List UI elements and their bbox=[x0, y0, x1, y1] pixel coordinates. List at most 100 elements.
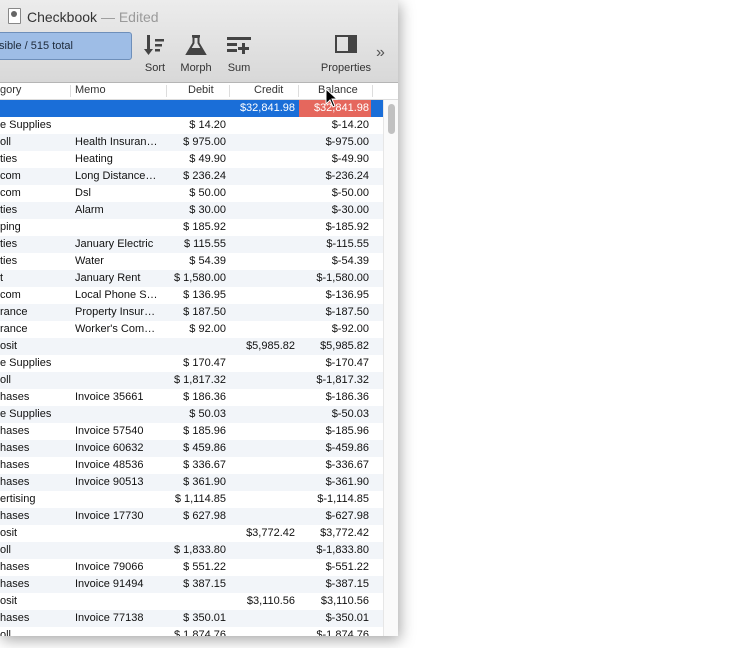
cell-balance[interactable]: $-186.36 bbox=[300, 391, 369, 403]
cell-category[interactable]: e Supplies bbox=[0, 119, 70, 131]
cell-balance[interactable]: $-136.95 bbox=[300, 289, 369, 301]
cell-balance[interactable]: $-170.47 bbox=[300, 357, 369, 369]
table-row[interactable]: hases Invoice 17730 $ 627.98 $-627.98 bbox=[0, 508, 383, 525]
table-row[interactable]: ties Alarm $ 30.00 $-30.00 bbox=[0, 202, 383, 219]
table-row[interactable]: oll $ 1,817.32 $-1,817.32 bbox=[0, 372, 383, 389]
cell-balance[interactable]: $-1,580.00 bbox=[300, 272, 369, 284]
cell-balance[interactable]: $-54.39 bbox=[300, 255, 369, 267]
table-row[interactable]: osit $3,110.56 $3,110.56 bbox=[0, 593, 383, 610]
cell-debit[interactable]: $ 14.20 bbox=[168, 119, 226, 131]
table-row[interactable]: oll $ 1,833.80 $-1,833.80 bbox=[0, 542, 383, 559]
cell-debit[interactable]: $ 336.67 bbox=[168, 459, 226, 471]
cell-balance[interactable]: $-1,833.80 bbox=[300, 544, 369, 556]
cell-credit[interactable]: $32,841.98 bbox=[230, 102, 295, 114]
cell-balance[interactable]: $-551.22 bbox=[300, 561, 369, 573]
cell-memo[interactable]: Invoice 90513 bbox=[75, 476, 167, 488]
cell-category[interactable]: ertising bbox=[0, 493, 70, 505]
cell-memo[interactable]: Water bbox=[75, 255, 167, 267]
cell-memo[interactable]: Invoice 91494 bbox=[75, 578, 167, 590]
table-row[interactable]: hases Invoice 90513 $ 361.90 $-361.90 bbox=[0, 474, 383, 491]
table-row[interactable]: hases Invoice 60632 $ 459.86 $-459.86 bbox=[0, 440, 383, 457]
cell-category[interactable]: hases bbox=[0, 425, 70, 437]
cell-category[interactable]: oll bbox=[0, 629, 70, 636]
cell-balance[interactable]: $-361.90 bbox=[300, 476, 369, 488]
cell-debit[interactable]: $ 136.95 bbox=[168, 289, 226, 301]
cell-balance[interactable]: $-336.67 bbox=[300, 459, 369, 471]
table-row[interactable]: rance Worker's Com… $ 92.00 $-92.00 bbox=[0, 321, 383, 338]
sort-button[interactable]: Sort bbox=[141, 34, 169, 74]
cell-debit[interactable]: $ 185.92 bbox=[168, 221, 226, 233]
cell-debit[interactable]: $ 350.01 bbox=[168, 612, 226, 624]
cell-memo[interactable]: Invoice 35661 bbox=[75, 391, 167, 403]
table-row[interactable]: oll $ 1,874.76 $-1,874.76 bbox=[0, 627, 383, 636]
table-row[interactable]: com Long Distance… $ 236.24 $-236.24 bbox=[0, 168, 383, 185]
table-row[interactable]: hases Invoice 57540 $ 185.96 $-185.96 bbox=[0, 423, 383, 440]
cell-category[interactable]: hases bbox=[0, 612, 70, 624]
table-row[interactable]: e Supplies $ 50.03 $-50.03 bbox=[0, 406, 383, 423]
cell-memo[interactable]: Invoice 79066 bbox=[75, 561, 167, 573]
cell-memo[interactable]: Worker's Com… bbox=[75, 323, 167, 335]
cell-balance[interactable]: $-14.20 bbox=[300, 119, 369, 131]
cell-debit[interactable]: $ 115.55 bbox=[168, 238, 226, 250]
cell-balance[interactable]: $3,110.56 bbox=[300, 595, 369, 607]
cell-balance[interactable]: $-30.00 bbox=[300, 204, 369, 216]
cell-category[interactable]: ties bbox=[0, 238, 70, 250]
table-row[interactable]: ping $ 185.92 $-185.92 bbox=[0, 219, 383, 236]
column-header-credit[interactable]: Credit bbox=[254, 84, 283, 96]
cell-debit[interactable]: $ 627.98 bbox=[168, 510, 226, 522]
cell-category[interactable]: oll bbox=[0, 136, 70, 148]
table-row[interactable]: oll Health Insuran… $ 975.00 $-975.00 bbox=[0, 134, 383, 151]
cell-debit[interactable]: $ 1,833.80 bbox=[168, 544, 226, 556]
sum-button[interactable]: Sum bbox=[224, 34, 254, 74]
column-header-memo[interactable]: Memo bbox=[75, 84, 106, 96]
cell-debit[interactable]: $ 186.36 bbox=[168, 391, 226, 403]
cell-balance[interactable]: $-50.03 bbox=[300, 408, 369, 420]
cell-memo[interactable]: Invoice 17730 bbox=[75, 510, 167, 522]
cell-balance[interactable]: $-459.86 bbox=[300, 442, 369, 454]
cell-memo[interactable]: Invoice 57540 bbox=[75, 425, 167, 437]
table-row[interactable]: ties Water $ 54.39 $-54.39 bbox=[0, 253, 383, 270]
cell-credit[interactable]: $3,772.42 bbox=[230, 527, 295, 539]
table-row[interactable]: osit $5,985.82 $5,985.82 bbox=[0, 338, 383, 355]
cell-balance[interactable]: $-1,817.32 bbox=[300, 374, 369, 386]
cell-category[interactable]: rance bbox=[0, 323, 70, 335]
cell-category[interactable]: osit bbox=[0, 340, 70, 352]
cell-debit[interactable]: $ 551.22 bbox=[168, 561, 226, 573]
vertical-scrollbar[interactable] bbox=[383, 100, 398, 636]
cell-balance[interactable]: $-50.00 bbox=[300, 187, 369, 199]
cell-debit[interactable]: $ 30.00 bbox=[168, 204, 226, 216]
cell-balance[interactable]: $-115.55 bbox=[300, 238, 369, 250]
cell-memo[interactable]: January Rent bbox=[75, 272, 167, 284]
record-filter-field[interactable]: sible / 515 total bbox=[0, 32, 132, 60]
table-row[interactable]: com Dsl $ 50.00 $-50.00 bbox=[0, 185, 383, 202]
cell-category[interactable]: ties bbox=[0, 153, 70, 165]
cell-memo[interactable]: Alarm bbox=[75, 204, 167, 216]
cell-category[interactable]: hases bbox=[0, 459, 70, 471]
cell-debit[interactable]: $ 170.47 bbox=[168, 357, 226, 369]
cell-balance[interactable]: $-627.98 bbox=[300, 510, 369, 522]
cell-category[interactable]: hases bbox=[0, 391, 70, 403]
cell-category[interactable]: hases bbox=[0, 442, 70, 454]
table-row[interactable]: hases Invoice 48536 $ 336.67 $-336.67 bbox=[0, 457, 383, 474]
cell-category[interactable]: osit bbox=[0, 527, 70, 539]
table-row[interactable]: ties January Electric $ 115.55 $-115.55 bbox=[0, 236, 383, 253]
cell-memo[interactable]: Long Distance… bbox=[75, 170, 167, 182]
table-row[interactable]: e Supplies $ 170.47 $-170.47 bbox=[0, 355, 383, 372]
cell-credit[interactable]: $3,110.56 bbox=[230, 595, 295, 607]
cell-memo[interactable]: Health Insuran… bbox=[75, 136, 167, 148]
cell-debit[interactable]: $ 50.03 bbox=[168, 408, 226, 420]
cell-category[interactable]: rance bbox=[0, 306, 70, 318]
cell-debit[interactable]: $ 387.15 bbox=[168, 578, 226, 590]
cell-debit[interactable]: $ 49.90 bbox=[168, 153, 226, 165]
cell-balance[interactable]: $-350.01 bbox=[300, 612, 369, 624]
cell-debit[interactable]: $ 1,817.32 bbox=[168, 374, 226, 386]
cell-category[interactable]: oll bbox=[0, 374, 70, 386]
cell-category[interactable]: t bbox=[0, 272, 70, 284]
cell-debit[interactable]: $ 92.00 bbox=[168, 323, 226, 335]
cell-category[interactable]: com bbox=[0, 170, 70, 182]
cell-category[interactable]: hases bbox=[0, 510, 70, 522]
cell-debit[interactable]: $ 1,580.00 bbox=[168, 272, 226, 284]
cell-memo[interactable]: Local Phone S… bbox=[75, 289, 167, 301]
cell-debit[interactable]: $ 187.50 bbox=[168, 306, 226, 318]
column-header-debit[interactable]: Debit bbox=[188, 84, 214, 96]
